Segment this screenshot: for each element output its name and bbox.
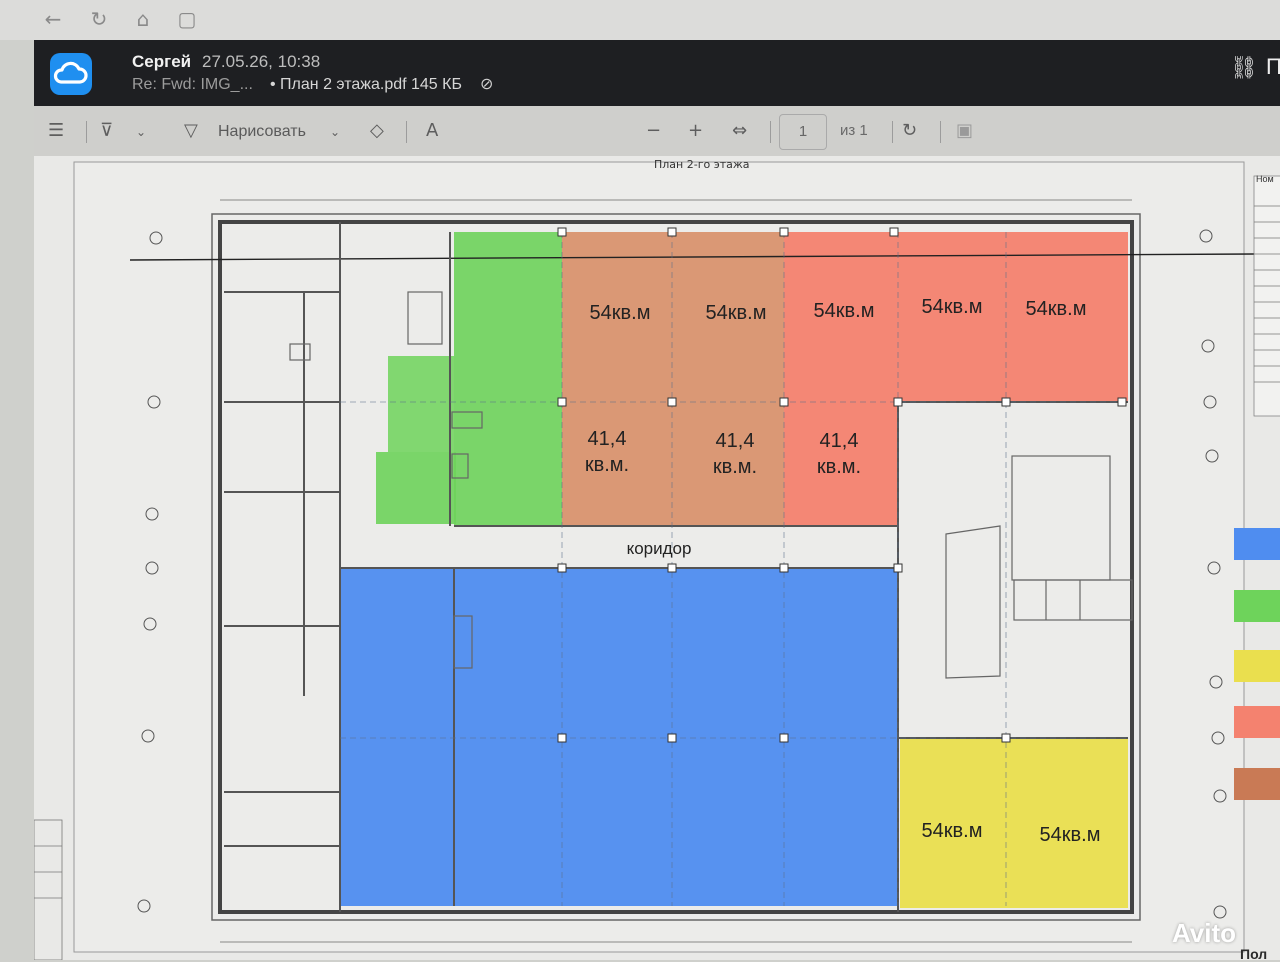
link-icon[interactable]: ⛓ xyxy=(1230,56,1258,81)
paperclip-icon[interactable]: ⊘ xyxy=(480,74,493,93)
sender-name: Сергей xyxy=(132,52,192,71)
room-area-label: 54кв.м xyxy=(589,302,651,324)
spec-table-header: Ном xyxy=(1256,174,1274,184)
text-tool-icon[interactable]: A xyxy=(426,120,438,141)
draw-button[interactable]: Нарисовать xyxy=(218,123,306,141)
legend-swatch-red xyxy=(1234,706,1280,738)
page-count: из 1 xyxy=(840,122,868,139)
legend-swatch-blue xyxy=(1234,528,1280,560)
zoom-out-icon[interactable]: − xyxy=(646,120,661,141)
pdf-toolbar: ☰ ⊽ ⌄ ▽ Нарисовать ⌄ ◇ A − + ⇔ 1 из 1 ↻ … xyxy=(34,106,1280,156)
corridor-label: коридор xyxy=(626,539,692,558)
list-icon[interactable]: ☰ xyxy=(48,120,64,141)
message-subject: Re: Fwd: IMG_... xyxy=(132,76,253,93)
highlight-icon[interactable]: ⊽ xyxy=(100,120,113,141)
home-icon[interactable]: ⌂ xyxy=(130,6,156,32)
zone-blue xyxy=(340,568,898,906)
eraser-icon[interactable]: ◇ xyxy=(370,120,384,141)
fit-width-icon[interactable]: ⇔ xyxy=(732,120,747,141)
message-datetime: 27.05.26, 10:38 xyxy=(202,52,321,71)
page-number-input[interactable]: 1 xyxy=(779,114,827,150)
plan-title: План 2-го этажа xyxy=(654,158,750,171)
legend-swatch-yellow xyxy=(1234,650,1280,682)
room-area-label: 41,4 кв.м. xyxy=(712,430,758,478)
zone-green-main xyxy=(454,232,562,526)
zone-green-wc xyxy=(388,356,454,452)
rotate-icon[interactable]: ↻ xyxy=(902,120,917,141)
room-area-label: 54кв.м xyxy=(705,302,767,324)
avito-watermark: Avito xyxy=(1172,918,1237,948)
pdf-page: План 2-го этажа Ном 54кв.м 54кв.м 54кв.м… xyxy=(34,156,1280,962)
reload-icon[interactable]: ↻ xyxy=(86,6,112,32)
header-action-label[interactable]: П xyxy=(1266,54,1280,80)
draw-icon[interactable]: ▽ xyxy=(184,120,198,141)
room-area-label: 41,4 кв.м. xyxy=(584,428,630,476)
room-area-label: 54кв.м xyxy=(921,820,983,842)
room-area-label: 54кв.м xyxy=(1025,298,1087,320)
room-area-label: 54кв.м xyxy=(1039,824,1101,846)
zoom-in-icon[interactable]: + xyxy=(688,120,703,141)
chevron-down-icon[interactable]: ⌄ xyxy=(136,125,146,139)
chevron-down-icon[interactable]: ⌄ xyxy=(330,125,340,139)
bag-icon[interactable]: ▢ xyxy=(174,6,200,32)
message-header: Сергей 27.05.26, 10:38 Re: Fwd: IMG_... … xyxy=(34,40,1280,106)
legend-swatch-brown xyxy=(1234,768,1280,800)
zone-green-small xyxy=(376,452,456,524)
zone-brown xyxy=(562,232,784,526)
toolbar-divider xyxy=(892,121,893,143)
toolbar-divider xyxy=(406,121,407,143)
legend-swatch-green xyxy=(1234,590,1280,622)
toolbar-divider xyxy=(770,121,771,143)
back-arrow-icon[interactable]: ← xyxy=(40,6,66,32)
toolbar-divider xyxy=(86,121,87,143)
room-area-label: 54кв.м xyxy=(921,296,983,318)
cloud-app-icon xyxy=(50,53,92,95)
browser-chrome: ← ↻ ⌂ ▢ xyxy=(0,0,1280,40)
toolbar-divider xyxy=(940,121,941,143)
room-area-label: 41,4 кв.м. xyxy=(816,430,862,478)
layout-icon[interactable]: ▣ xyxy=(956,120,973,141)
room-area-label: 54кв.м xyxy=(813,300,875,322)
attachment-file[interactable]: • План 2 этажа.pdf 145 КБ xyxy=(270,76,462,94)
